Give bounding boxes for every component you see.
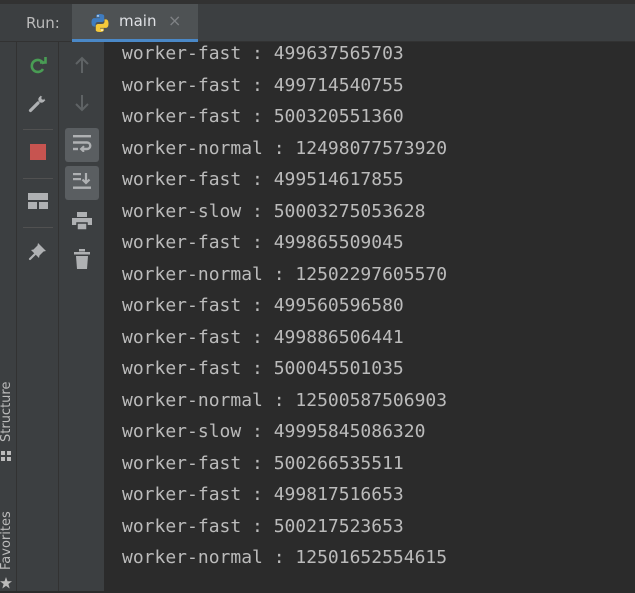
wrench-icon [28,93,48,117]
arrow-up-icon [74,56,90,78]
scroll-to-end-button[interactable] [65,166,99,200]
clear-all-button[interactable] [65,244,99,278]
star-icon [0,574,12,589]
console-line: worker-fast : 499514617855 [122,169,404,190]
layout-button[interactable] [21,186,55,220]
console-line: worker-normal : 12502297605570 [122,264,448,285]
left-tool-stripe: Structure Favorites [0,42,17,591]
next-occurrence-button[interactable] [65,88,99,122]
console-line: worker-fast : 499560596580 [122,295,404,316]
run-toolbar-primary [17,42,59,591]
run-panel-header: Run: main × [0,4,635,42]
stop-button[interactable] [21,137,55,171]
structure-icon [1,446,11,461]
console-line: worker-fast : 499865509045 [122,232,404,253]
tab-close-icon[interactable]: × [168,4,181,38]
console-line: worker-fast : 500045501035 [122,358,404,379]
console-line: worker-fast : 500266535511 [122,453,404,474]
structure-tool-button[interactable]: Structure [0,368,16,461]
console-line: worker-fast : 500217523653 [122,516,404,537]
console-line: worker-fast : 500320551360 [122,106,404,127]
toolbar-separator [23,178,53,179]
stop-icon [30,144,46,164]
favorites-tool-button[interactable]: Favorites [0,490,16,591]
pin-button[interactable] [21,236,55,270]
layout-icon [28,193,48,213]
toolbar-separator [23,227,53,228]
console-line: worker-fast : 499637565703 [122,43,404,64]
structure-tool-label: Structure [0,381,14,442]
rerun-button[interactable] [21,51,55,85]
print-icon [72,212,92,234]
run-tab-main[interactable]: main × [72,4,198,42]
run-panel-title: Run: [26,14,60,32]
console-line: worker-fast : 499714540755 [122,75,404,96]
console-line: worker-normal : 12500587506903 [122,390,448,411]
console-output[interactable]: worker-fast : 499637565703 worker-fast :… [104,42,635,591]
console-line: worker-slow : 50003275053628 [122,201,426,222]
python-icon [90,13,110,33]
console-line: worker-slow : 49995845086320 [122,421,426,442]
pin-icon [28,241,48,265]
settings-button[interactable] [21,88,55,122]
run-toolbar-secondary [59,42,104,591]
favorites-tool-label: Favorites [0,511,14,570]
print-button[interactable] [65,206,99,240]
toolbar-separator [23,129,53,130]
arrow-down-icon [74,94,90,116]
previous-occurrence-button[interactable] [65,50,99,84]
console-line: worker-fast : 499817516653 [122,484,404,505]
soft-wrap-icon [72,134,92,156]
run-tab-label: main [119,12,157,30]
console-line: worker-fast : 499886506441 [122,327,404,348]
console-line: worker-normal : 12498077573920 [122,138,448,159]
rerun-icon [28,56,48,80]
soft-wrap-button[interactable] [65,128,99,162]
trash-icon [74,249,90,273]
scroll-to-end-icon [72,172,92,194]
console-line: worker-normal : 12501652554615 [122,547,448,568]
